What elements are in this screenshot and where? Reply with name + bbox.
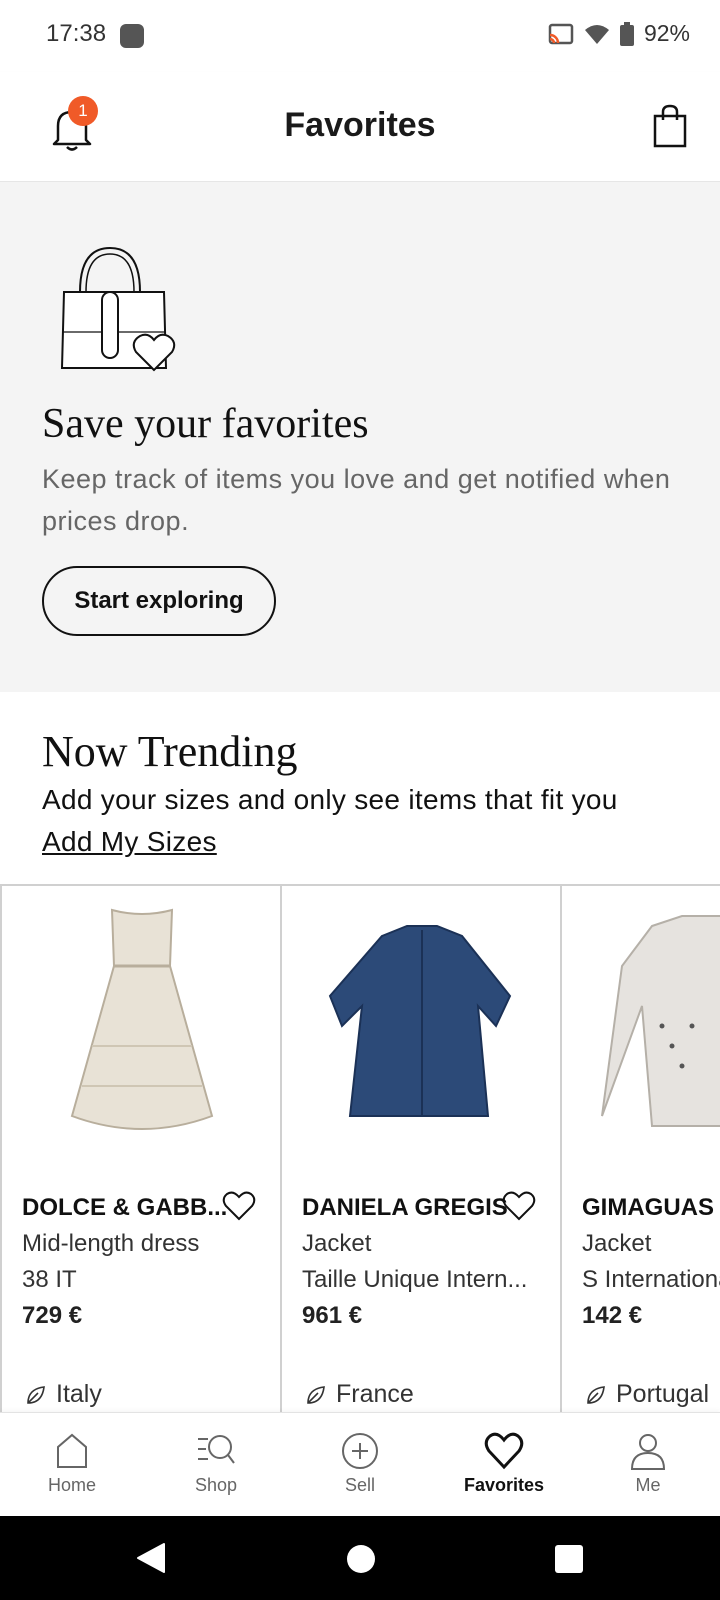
product-card[interactable]: GIMAGUAS Jacket S International 142 € Po… xyxy=(560,886,720,1412)
product-origin: Portugal xyxy=(586,1380,709,1409)
nav-sell-label: Sell xyxy=(344,1475,375,1495)
nav-me-label: Me xyxy=(635,1475,661,1495)
product-price: 961 € xyxy=(302,1302,363,1329)
product-brand: GIMAGUAS xyxy=(582,1194,714,1221)
search-icon xyxy=(198,1435,235,1464)
nav-shop[interactable]: Shop xyxy=(144,1413,288,1516)
favorite-heart-icon[interactable] xyxy=(222,1190,256,1222)
leaf-icon xyxy=(307,1385,325,1404)
product-origin: France xyxy=(306,1380,414,1409)
favorites-title: Save your favorites xyxy=(42,401,369,447)
product-card[interactable]: DANIELA GREGIS Jacket Taille Unique Inte… xyxy=(280,886,560,1412)
heart-icon xyxy=(484,1432,524,1470)
shopping-bag-icon xyxy=(653,104,687,148)
back-icon[interactable] xyxy=(136,1542,166,1574)
product-price: 729 € xyxy=(22,1302,83,1329)
trending-subtitle: Add your sizes and only see items that f… xyxy=(42,784,618,815)
page-title: Favorites xyxy=(284,106,436,144)
product-item: Mid-length dress xyxy=(22,1230,200,1257)
app-header: 1 Favorites xyxy=(0,72,720,182)
product-price: 142 € xyxy=(582,1302,643,1329)
product-origin-country: Portugal xyxy=(616,1380,710,1408)
recents-icon[interactable] xyxy=(554,1544,584,1574)
product-origin-country: France xyxy=(336,1380,414,1408)
nav-home-label: Home xyxy=(47,1475,96,1495)
product-card[interactable]: DOLCE & GABB... Mid-length dress 38 IT 7… xyxy=(0,886,280,1412)
product-size: 38 IT xyxy=(22,1266,77,1293)
nav-sell[interactable]: Sell xyxy=(288,1413,432,1516)
nav-favorites[interactable]: Favorites xyxy=(432,1413,576,1516)
leaf-icon xyxy=(587,1385,605,1404)
product-image xyxy=(70,908,214,1130)
leaf-icon xyxy=(27,1385,45,1404)
home-circle-icon[interactable] xyxy=(346,1544,376,1574)
product-size: S International xyxy=(582,1266,720,1293)
plus-circle-icon xyxy=(342,1433,378,1469)
cast-icon xyxy=(548,23,574,44)
status-indicators: 92% xyxy=(548,20,690,47)
product-brand: DOLCE & GABB... xyxy=(22,1194,228,1221)
favorites-empty-state: Save your favorites Keep track of items … xyxy=(0,182,720,692)
wifi-icon xyxy=(584,24,609,44)
nav-home[interactable]: Home xyxy=(0,1413,144,1516)
product-image xyxy=(328,925,512,1117)
status-time: 17:38 xyxy=(46,20,107,47)
nav-me[interactable]: Me xyxy=(576,1413,720,1516)
favorites-description: Keep track of items you love and get not… xyxy=(42,464,671,536)
person-icon xyxy=(630,1434,666,1470)
nav-shop-label: Shop xyxy=(194,1475,238,1495)
product-image xyxy=(601,915,720,1127)
app-notification-icon xyxy=(120,24,144,48)
battery-percent: 92% xyxy=(643,20,690,46)
product-size: Taille Unique Intern... xyxy=(302,1266,528,1293)
home-icon xyxy=(57,1433,87,1468)
product-item: Jacket xyxy=(582,1230,652,1257)
add-my-sizes-link[interactable]: Add My Sizes xyxy=(42,826,217,858)
product-origin-country: Italy xyxy=(56,1380,102,1408)
favorite-heart-icon[interactable] xyxy=(502,1190,536,1222)
trending-title: Now Trending xyxy=(42,727,298,776)
nav-favorites-label: Favorites xyxy=(463,1475,545,1495)
start-exploring-button[interactable]: Start exploring xyxy=(42,566,276,636)
handbag-heart-icon xyxy=(60,246,176,372)
product-brand: DANIELA GREGIS xyxy=(302,1194,508,1221)
bottom-navigation: Home Shop Sell Favorites Me xyxy=(0,1412,720,1516)
status-bar: 17:38 92% xyxy=(0,0,720,72)
product-origin: Italy xyxy=(26,1380,102,1409)
product-item: Jacket xyxy=(302,1230,372,1257)
battery-icon xyxy=(619,21,634,46)
system-navigation-bar xyxy=(0,1516,720,1600)
cart-button[interactable] xyxy=(652,104,688,148)
product-carousel[interactable]: DOLCE & GABB... Mid-length dress 38 IT 7… xyxy=(0,884,720,1412)
